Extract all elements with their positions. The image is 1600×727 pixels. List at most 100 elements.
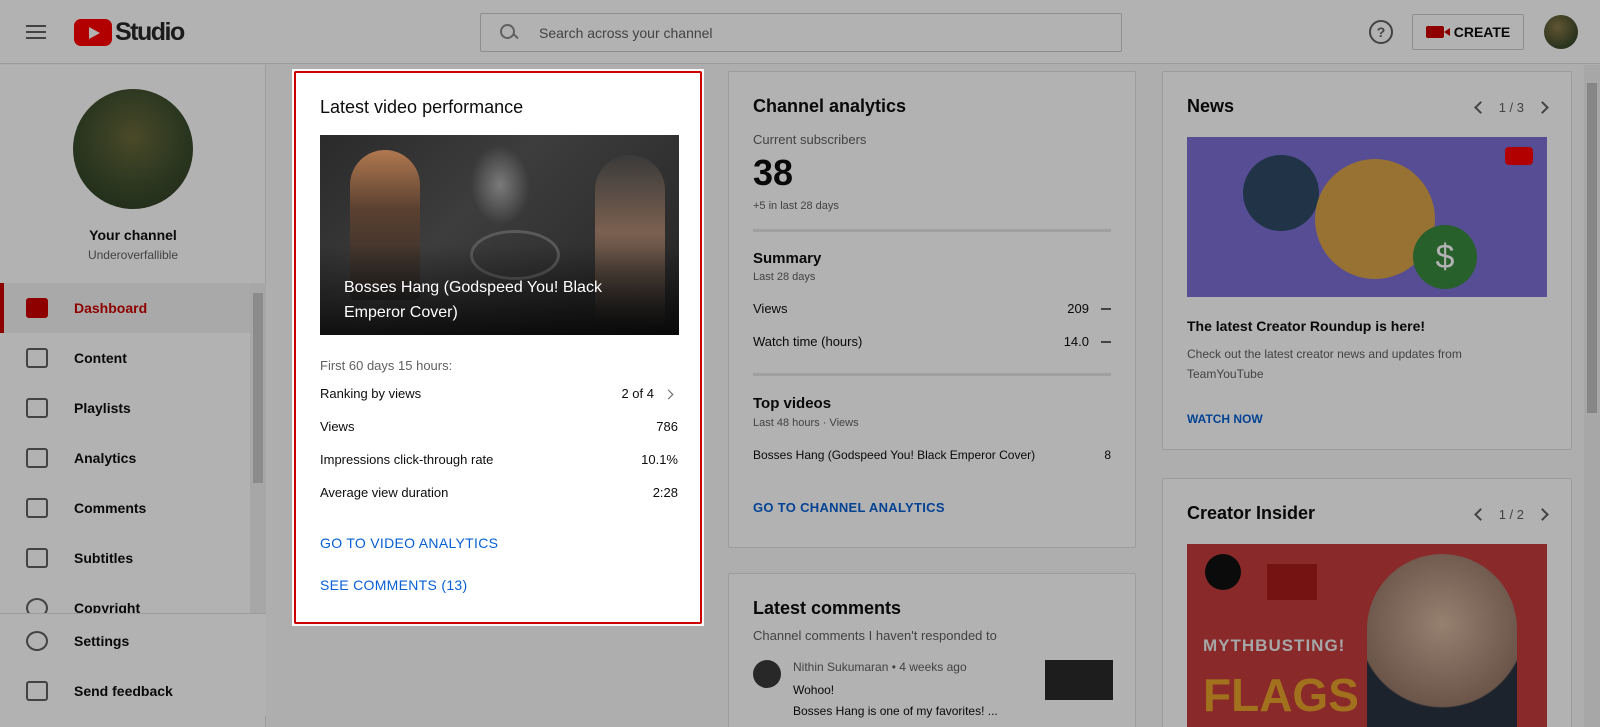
chevron-left-icon[interactable] [1473,508,1487,521]
trend-flat-icon [1101,341,1111,343]
avd-row: Average view duration 2:28 [320,485,678,505]
video-thumbnail[interactable]: Bosses Hang (Godspeed You! Black Emperor… [320,135,679,335]
channel-analytics-card: Channel analytics Current subscribers 38… [728,71,1136,548]
channel-badge [1205,554,1241,590]
channel-title: Your channel [89,227,177,243]
ctr-row: Impressions click-through rate 10.1% [320,452,678,472]
comments-subtitle: Channel comments I haven't responded to [753,628,997,643]
thumbs-up-icon [1243,155,1319,231]
stat-value: 10.1% [641,452,678,467]
sidebar-item-playlists[interactable]: Playlists [0,383,250,433]
news-pager: 1 / 3 [1473,100,1549,115]
comment-video-thumbnail[interactable] [1045,660,1113,700]
page-scrollbar[interactable] [1584,65,1600,727]
dashboard-icon [26,298,48,318]
creator-insider-thumbnail[interactable]: MYTHBUSTING! FLAGS [1187,544,1547,727]
sidebar-item-label: Settings [74,633,130,649]
row-value: 8 [1104,448,1111,462]
sidebar-scrollbar[interactable] [250,283,266,613]
sidebar-item-label: Content [74,350,127,366]
analytics-icon [26,448,48,468]
row-label: Bosses Hang (Godspeed You! Black Emperor… [753,448,1036,462]
search-input[interactable] [539,24,1121,41]
thumbnail-figure [470,145,530,225]
page-scrollbar-thumb[interactable] [1587,83,1597,413]
row-value: 209 [1067,301,1089,316]
subtitles-icon [26,548,48,568]
divider [753,373,1111,376]
summary-row-watch-time: Watch time (hours) 14.0 [753,334,1111,349]
news-card: News 1 / 3 $ The latest Creator Roundup … [1162,71,1572,450]
go-to-video-analytics-link[interactable]: GO TO VIDEO ANALYTICS [320,535,498,551]
hamburger-menu-icon[interactable] [24,20,48,44]
sidebar-item-label: Analytics [74,450,137,466]
go-to-channel-analytics-link[interactable]: GO TO CHANNEL ANALYTICS [753,500,945,515]
news-body: Check out the latest creator news and up… [1187,347,1462,381]
chevron-right-icon[interactable] [663,389,674,400]
card-title: Latest comments [753,598,902,618]
sidebar-item-comments[interactable]: Comments [0,483,250,533]
commenter-avatar[interactable] [753,660,781,688]
chevron-right-icon[interactable] [1536,101,1549,114]
divider [753,229,1111,232]
search-icon[interactable] [499,23,519,43]
top-videos-period: Last 48 hours · Views [753,417,859,429]
sidebar-bottom: Settings Send feedback [0,613,266,716]
subscribers-count: 38 [753,152,794,193]
logo-text: Studio [115,17,185,46]
video-camera-icon [1425,26,1450,38]
dollar-icon: $ [1413,225,1477,289]
sidebar-item-analytics[interactable]: Analytics [0,433,250,483]
sidebar-item-settings[interactable]: Settings [0,616,266,666]
comment-meta: Nithin Sukumaran • 4 weeks ago [793,660,967,674]
subscribers-label: Current subscribers [753,132,867,147]
stat-value: 786 [656,419,678,434]
card-title: Latest video performance [320,97,524,117]
sidebar-item-content[interactable]: Content [0,333,250,383]
news-image[interactable]: $ [1187,137,1547,297]
stat-value: 2:28 [652,485,678,500]
channel-avatar[interactable] [73,89,193,209]
stat-value: 2 of 4 [621,386,654,401]
card-title: News [1187,96,1235,116]
presenter-figure [1367,554,1517,727]
subscribers-delta: +5 in last 28 days [753,200,839,212]
news-headline: The latest Creator Roundup is here! [1187,318,1426,334]
latest-video-performance-card: Latest video performance Bosses Hang (Go… [294,71,702,624]
sidebar-item-dashboard[interactable]: Dashboard [0,283,250,333]
top-videos-title: Top videos [753,395,832,412]
ranking-row[interactable]: Ranking by views 2 of 4 [320,386,678,406]
sidebar-item-send-feedback[interactable]: Send feedback [0,666,266,716]
creator-insider-pager: 1 / 2 [1473,507,1549,522]
top-header: Studio ? CREATE [0,0,1600,64]
card-title: Creator Insider [1187,503,1316,523]
watch-now-link[interactable]: WATCH NOW [1187,412,1263,426]
stat-label: Views [320,419,355,434]
views-row: Views 786 [320,419,678,439]
row-label: Views [753,301,788,316]
help-icon[interactable]: ? [1369,20,1393,44]
chevron-left-icon[interactable] [1473,101,1487,114]
comment-text: Wohoo! [793,683,835,697]
card-title: Channel analytics [753,96,907,116]
studio-logo[interactable]: Studio [74,17,185,46]
account-avatar[interactable] [1544,15,1578,49]
sidebar-item-subtitles[interactable]: Subtitles [0,533,250,583]
row-value: 14.0 [1063,334,1089,349]
search-bar[interactable] [480,13,1122,52]
sidebar-item-label: Send feedback [74,683,173,699]
stat-label: Average view duration [320,485,449,500]
stat-label: Ranking by views [320,386,422,401]
top-video-row[interactable]: Bosses Hang (Godspeed You! Black Emperor… [753,448,1111,462]
latest-comments-card: Latest comments Channel comments I haven… [728,573,1136,727]
create-button[interactable]: CREATE [1412,14,1524,50]
chevron-right-icon[interactable] [1536,508,1549,521]
trend-flat-icon [1101,308,1111,310]
pager-text: 1 / 2 [1498,507,1524,522]
thumbnail-caption: MYTHBUSTING! [1203,636,1346,655]
flag-icon [1267,564,1317,600]
performance-period: First 60 days 15 hours: [320,358,453,373]
sidebar-scrollbar-thumb[interactable] [253,293,263,483]
see-comments-link[interactable]: SEE COMMENTS (13) [320,577,467,593]
sidebar-nav: Dashboard Content Playlists Analytics Co… [0,283,250,633]
